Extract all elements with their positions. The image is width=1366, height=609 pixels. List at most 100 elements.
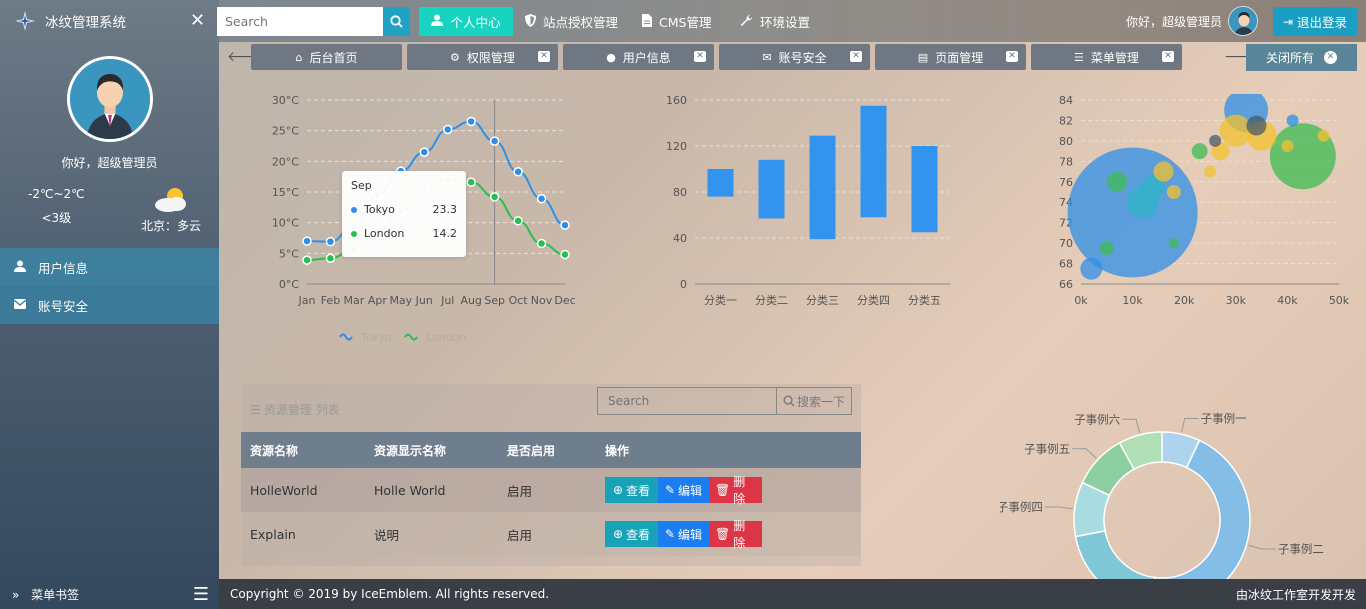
tooltip-row: Tokyo 23.3 — [351, 203, 457, 216]
nav-label: 环境设置 — [760, 15, 811, 30]
resource-table: 资源名称 资源显示名称 是否启用 操作 HolleWorld Holle Worl… — [241, 432, 861, 556]
data-point — [536, 238, 547, 249]
search-icon — [390, 15, 403, 28]
hamburger-icon[interactable]: ☰ — [193, 584, 209, 605]
search-input[interactable] — [217, 7, 383, 36]
tab-close-icon[interactable]: ✕ — [850, 51, 862, 62]
sidebar-item-label: 账号安全 — [38, 298, 89, 314]
profile-greeting: 你好，超级管理员 — [61, 156, 158, 170]
tab-2[interactable]: ● 用户信息 ✕ — [563, 44, 714, 70]
avatar[interactable] — [66, 56, 153, 142]
credit-text: 由冰纹工作室开发开发 — [1235, 587, 1356, 602]
data-point — [325, 253, 336, 263]
data-point — [536, 193, 547, 204]
resource-panel-title: ☰ 资源管理 列表 — [250, 401, 340, 418]
slice-label-line — [1122, 418, 1141, 433]
close-all-tabs-button[interactable]: 关闭所有 ✕ — [1246, 44, 1357, 71]
nav-label: 站点授权管理 — [543, 15, 619, 30]
delete-button[interactable]: 🗑 删除 — [709, 475, 762, 506]
sidebar-item-user-info[interactable]: 用户信息 — [0, 248, 219, 286]
tab-4[interactable]: ▤ 页面管理 ✕ — [875, 44, 1026, 70]
x-tick-label: Dec — [554, 294, 575, 307]
tab-5[interactable]: ☰ 菜单管理 ✕ — [1031, 44, 1182, 70]
x-tick-label: Jun — [415, 294, 433, 307]
x-tick-label: 分类三 — [806, 293, 839, 307]
x-tick-label: 50k — [1329, 294, 1350, 307]
resource-search-button[interactable]: 搜索一下 — [776, 387, 852, 415]
resource-search-label: 搜索一下 — [796, 394, 845, 409]
search-icon — [783, 395, 795, 407]
legend-label: Tokyo — [360, 331, 392, 344]
y-tick-label: 80 — [673, 186, 687, 199]
tab-close-icon[interactable]: ✕ — [1162, 51, 1174, 62]
bubble — [1099, 241, 1114, 256]
action-label: 编辑 — [678, 483, 703, 498]
table-cell: Holle World — [365, 468, 498, 512]
column-header: 是否启用 — [498, 432, 596, 468]
wrench-icon — [740, 14, 753, 30]
tooltip-title: Sep — [351, 179, 372, 192]
data-point — [302, 236, 312, 246]
edit-button[interactable]: ✎ 编辑 — [658, 477, 709, 503]
tab-0[interactable]: ⌂ 后台首页 — [251, 44, 402, 70]
tab-close-icon[interactable]: ✕ — [1006, 51, 1018, 62]
nav-label: CMS管理 — [659, 15, 712, 30]
bookmark-toggle[interactable]: » 菜单书签 — [12, 586, 79, 603]
tab-close-icon[interactable]: ✕ — [694, 51, 706, 62]
logout-button[interactable]: ⇥ 退出登录 — [1273, 7, 1357, 36]
x-tick-label: 20k — [1174, 294, 1195, 307]
nav-environment-settings[interactable]: 环境设置 — [740, 7, 810, 36]
top-search — [217, 7, 410, 36]
user-avatar[interactable] — [1228, 6, 1258, 36]
profile-card: 你好，超级管理员 — [0, 42, 219, 171]
view-button[interactable]: ⊕ 查看 — [605, 521, 658, 547]
brand[interactable]: 冰纹管理系统 — [0, 0, 219, 42]
y-tick-label: 10°C — [272, 217, 299, 230]
y-tick-label: 84 — [1059, 94, 1073, 107]
search-button[interactable] — [383, 7, 410, 36]
y-tick-label: 20°C — [272, 155, 299, 168]
bubble — [1204, 165, 1216, 178]
nav-site-authorization[interactable]: 站点授权管理 — [525, 7, 618, 36]
bubble-chart[interactable]: 666870727476788082840k 10k 20k 30k 40k 50k — [1036, 85, 1356, 315]
floating-bar-chart[interactable]: 0 40 80 120 160 分类一 分类二 分类三 分类四 分类五 — [660, 85, 960, 315]
resource-panel: ☰资源管理 列表 搜索一下 资源名称 资源显示名称 是否启用 操作 HolleW… — [241, 384, 861, 566]
home-icon: ⌂ — [295, 50, 303, 64]
data-point — [560, 220, 570, 230]
document-icon — [642, 13, 652, 30]
sidebar-item-label: 用户信息 — [38, 260, 89, 276]
resource-search-input[interactable] — [597, 387, 777, 415]
x-tick-label: Sep — [484, 294, 505, 307]
close-icon[interactable]: ✕ — [190, 10, 205, 31]
tab-3[interactable]: ✉ 账号安全 ✕ — [719, 44, 870, 70]
slice-label: 子事例五 — [1024, 442, 1070, 456]
data-point — [466, 177, 476, 187]
bubble — [1209, 134, 1222, 147]
column-header: 资源名称 — [241, 432, 365, 468]
tab-label: 权限管理 — [466, 50, 515, 65]
slice-label-line — [1181, 418, 1199, 433]
y-tick-label: 5°C — [279, 247, 299, 260]
data-point — [560, 249, 570, 260]
table-cell: 说明 — [365, 512, 498, 556]
donut-slice — [1074, 529, 1156, 580]
tab-1[interactable]: ⚙ 权限管理 ✕ — [407, 44, 558, 70]
slice-label-line — [1072, 448, 1097, 459]
donut-chart[interactable]: 子事例一子事例二子事例三子事例四子事例五子事例六 — [1000, 395, 1366, 580]
bubble — [1219, 114, 1252, 147]
envelope-icon: ✉ — [762, 50, 772, 64]
sidebar-item-account-security[interactable]: 账号安全 — [0, 286, 219, 324]
bubble — [1286, 114, 1299, 127]
view-button[interactable]: ⊕ 查看 — [605, 477, 658, 503]
tab-close-icon[interactable]: ✕ — [538, 51, 550, 62]
table-cell: 启用 — [498, 468, 596, 512]
x-tick-label: Apr — [368, 294, 388, 307]
nav-cms[interactable]: CMS管理 — [642, 7, 711, 36]
delete-button[interactable]: 🗑 删除 — [709, 519, 762, 550]
y-tick-label: 25°C — [272, 125, 299, 138]
nav-personal-center[interactable]: 个人中心 — [419, 7, 513, 36]
data-point — [489, 136, 500, 146]
edit-button[interactable]: ✎ 编辑 — [658, 521, 709, 547]
x-tick-label: Feb — [321, 294, 340, 307]
x-tick-label: 分类四 — [857, 293, 890, 307]
